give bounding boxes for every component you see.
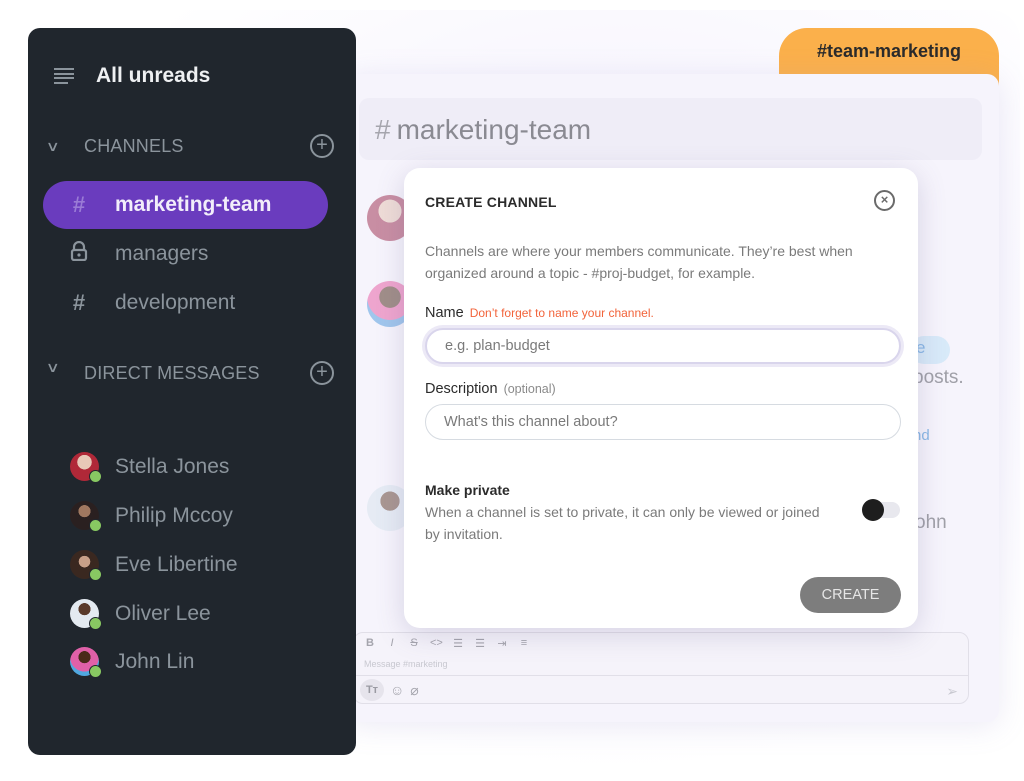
dm-name: Stella Jones: [115, 454, 230, 478]
channel-label: development: [115, 291, 236, 314]
channel-label: managers: [115, 242, 209, 265]
add-dm-icon[interactable]: +: [310, 361, 334, 385]
chevron-down-icon[interactable]: ∨: [46, 138, 91, 155]
bullet-list-icon[interactable]: ☰: [474, 637, 486, 650]
make-private-title: Make private: [425, 482, 510, 498]
format-toolbar: B I S <> ☰ ☰ ⇥ ≡: [364, 637, 530, 650]
sidebar-channel-development[interactable]: # development: [43, 279, 328, 327]
name-label: Name Don’t forget to name your channel.: [425, 305, 654, 321]
code-block-icon[interactable]: ≡: [518, 637, 530, 650]
name-warning: Don’t forget to name your channel.: [469, 306, 654, 320]
channels-header-label: CHANNELS: [84, 135, 184, 156]
message-input[interactable]: Message #marketing: [364, 659, 448, 669]
modal-title: CREATE CHANNEL: [425, 194, 557, 210]
online-status-dot: [89, 568, 102, 581]
bold-icon[interactable]: B: [364, 637, 376, 650]
online-status-dot: [89, 470, 102, 483]
dm-name: John Lin: [115, 649, 195, 673]
dm-header-label: DIRECT MESSAGES: [84, 362, 260, 383]
dm-item-philip-mccoy[interactable]: Philip Mccoy: [70, 501, 233, 532]
online-status-dot: [89, 665, 102, 678]
name-label-text: Name: [425, 305, 464, 321]
list-icon: [54, 68, 74, 84]
channel-label: marketing-team: [115, 193, 272, 216]
channel-title-text: marketing-team: [396, 114, 592, 145]
italic-icon[interactable]: I: [386, 637, 398, 650]
avatar: [70, 452, 102, 483]
hash-icon: #: [72, 290, 86, 315]
dm-section-header[interactable]: ∨ DIRECT MESSAGES +: [46, 359, 334, 385]
online-status-dot: [89, 519, 102, 532]
online-status-dot: [89, 617, 102, 630]
ordered-list-icon[interactable]: ☰: [452, 637, 464, 650]
make-private-toggle[interactable]: [862, 499, 900, 521]
channel-tag-label: #team-marketing: [816, 41, 962, 61]
create-button[interactable]: CREATE: [800, 577, 901, 613]
dm-item-oliver-lee[interactable]: Oliver Lee: [70, 599, 211, 630]
avatar: [70, 647, 102, 678]
avatar: [70, 599, 102, 630]
strikethrough-icon[interactable]: S: [408, 637, 420, 650]
hash-icon: #: [72, 192, 86, 217]
dm-item-stella-jones[interactable]: Stella Jones: [70, 452, 230, 483]
composer-divider: [354, 675, 968, 676]
all-unreads-item[interactable]: All unreads: [54, 64, 210, 88]
hash-icon: #: [375, 114, 391, 145]
modal-description: Channels are where your members communic…: [425, 243, 853, 281]
message-composer: B I S <> ☰ ☰ ⇥ ≡ Message #marketing Tт ☺…: [353, 632, 969, 704]
description-label: Description (optional): [425, 381, 556, 397]
dm-name: Eve Libertine: [115, 552, 238, 576]
close-icon[interactable]: ×: [874, 190, 895, 211]
dm-item-eve-libertine[interactable]: Eve Libertine: [70, 550, 238, 581]
channels-section-header[interactable]: ∨ CHANNELS +: [46, 134, 334, 158]
all-unreads-label: All unreads: [96, 64, 211, 87]
channel-title: # marketing-team: [375, 114, 591, 146]
sidebar-channel-managers[interactable]: managers: [43, 230, 328, 278]
avatar: [70, 501, 102, 532]
text-format-button[interactable]: Tт: [360, 679, 384, 701]
emoji-icon[interactable]: ☺: [390, 682, 404, 698]
channel-name-input[interactable]: [425, 328, 901, 364]
description-label-text: Description: [425, 381, 498, 397]
sidebar: All unreads ∨ CHANNELS + # marketing-tea…: [28, 28, 356, 755]
avatar: [70, 550, 102, 581]
attachment-icon[interactable]: ⌀: [410, 682, 418, 699]
indent-icon[interactable]: ⇥: [496, 637, 508, 650]
message-text-fragment: posts.: [913, 367, 964, 388]
create-channel-modal: CREATE CHANNEL × Channels are where your…: [404, 168, 918, 628]
toggle-knob: [862, 499, 884, 521]
dm-name: Oliver Lee: [115, 601, 211, 625]
code-icon[interactable]: <>: [430, 637, 443, 650]
optional-hint: (optional): [503, 382, 556, 396]
channel-description-input[interactable]: [425, 404, 901, 440]
send-icon[interactable]: ➢: [946, 683, 958, 700]
make-private-description: When a channel is set to private, it can…: [425, 504, 820, 542]
dm-item-john-lin[interactable]: John Lin: [70, 647, 195, 678]
chevron-down-icon[interactable]: ∨: [46, 359, 91, 376]
lock-icon: [43, 240, 115, 267]
add-channel-icon[interactable]: +: [310, 134, 334, 158]
sidebar-channel-marketing-team[interactable]: # marketing-team: [43, 181, 328, 229]
dm-name: Philip Mccoy: [115, 503, 233, 527]
composer-actions: Tт ☺ ⌀: [360, 679, 419, 701]
message-text-fragment: ohn: [915, 512, 947, 533]
channel-header: # marketing-team: [359, 98, 982, 160]
